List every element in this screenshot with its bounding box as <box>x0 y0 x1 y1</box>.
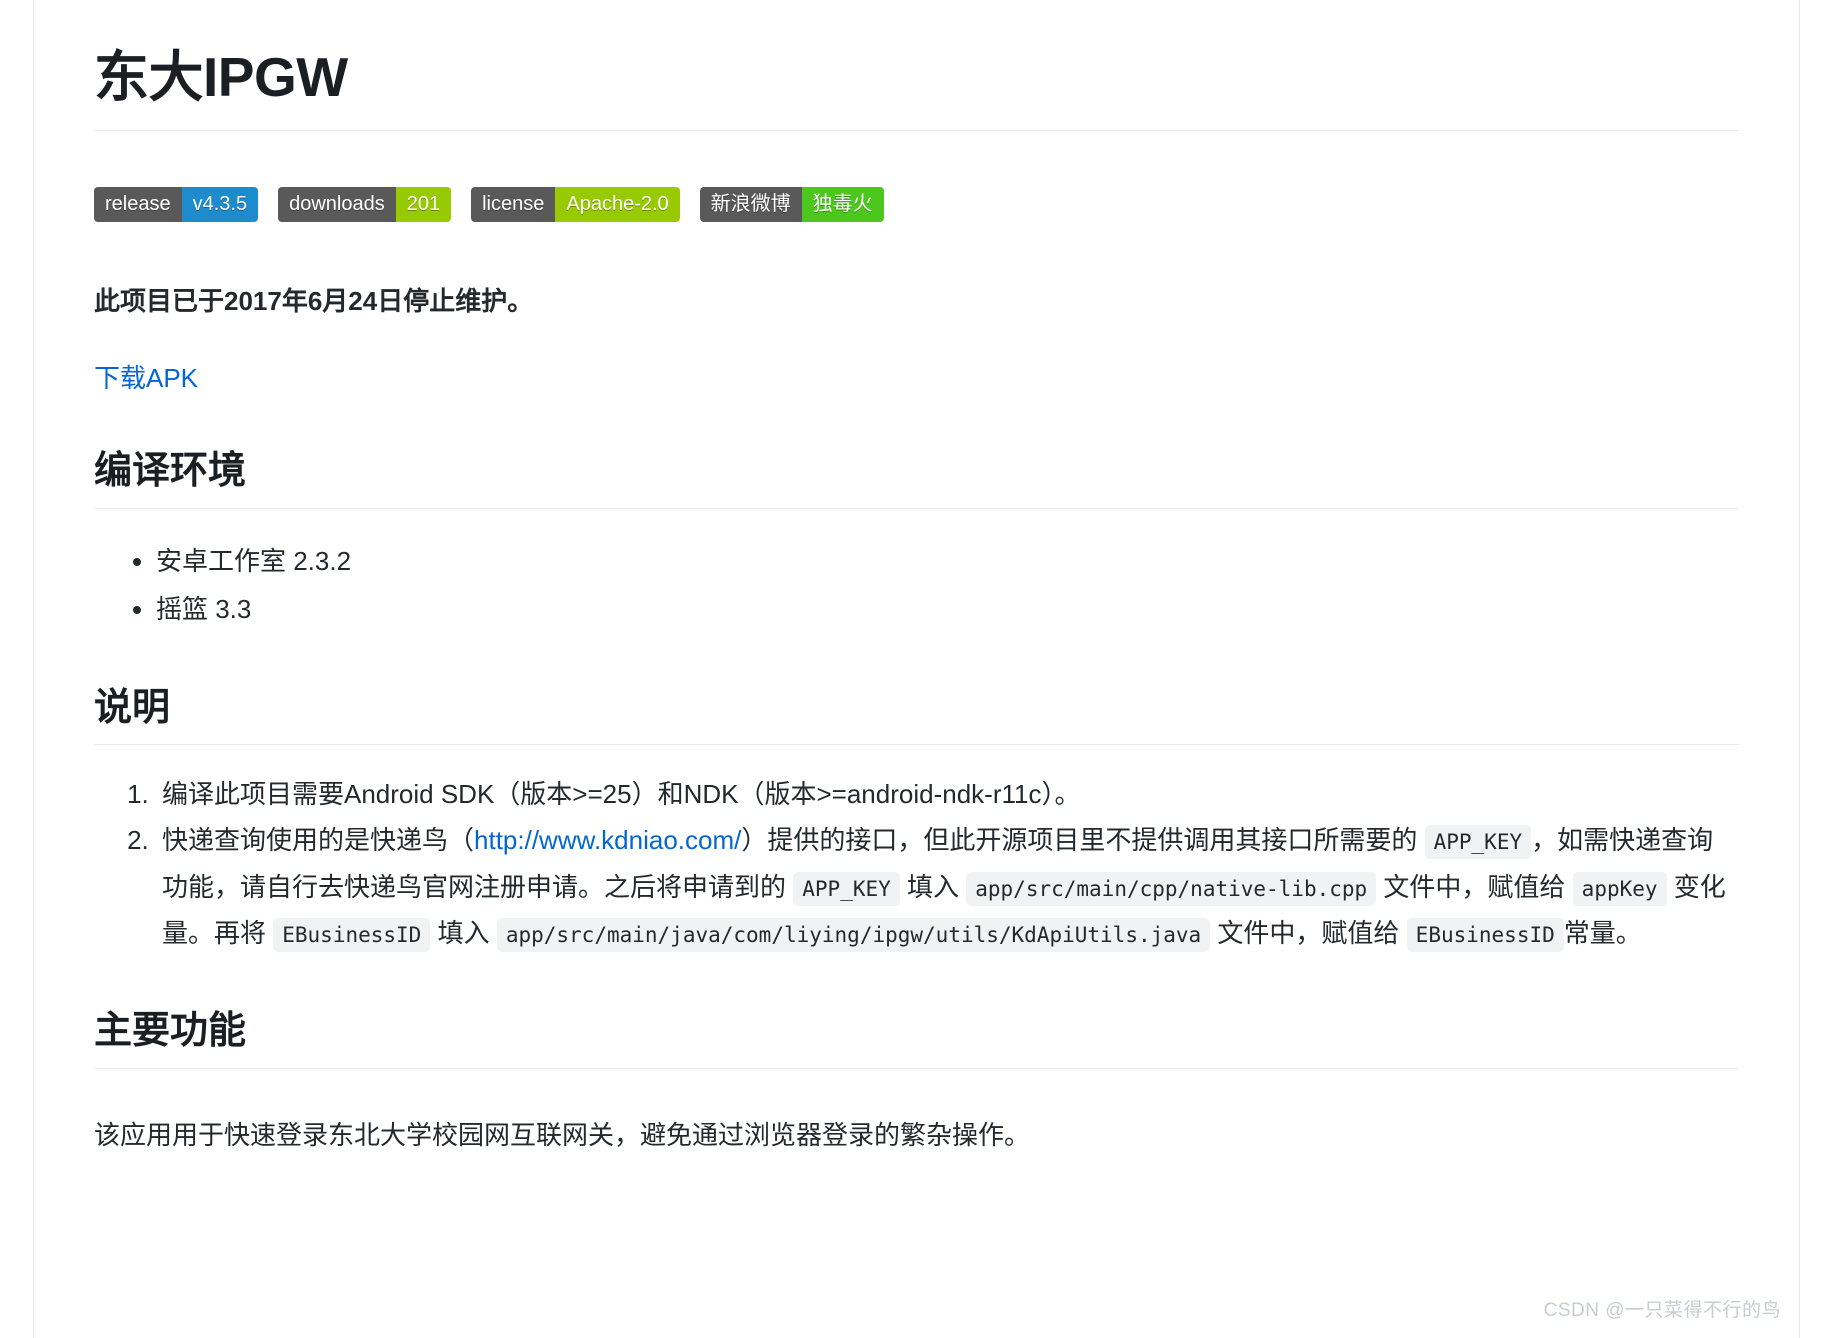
instructions-divider <box>94 744 1739 746</box>
sdk-requirement-text: 编译此项目需要Android SDK（版本>=25）和NDK（版本>=andro… <box>162 779 1081 810</box>
instructions-list: 编译此项目需要Android SDK（版本>=25）和NDK（版本>=andro… <box>94 771 1739 956</box>
csdn-watermark: CSDN @一只菜得不行的鸟 <box>1543 1300 1781 1321</box>
code-app-key-2: APP_KEY <box>793 871 900 906</box>
list-item-sdk-requirement: 编译此项目需要Android SDK（版本>=25）和NDK（版本>=andro… <box>156 771 1739 817</box>
code-ebusinessid-2: EBusinessID <box>1406 917 1564 952</box>
list-item-kdniao: 快递查询使用的是快递鸟（http://www.kdniao.com/）提供的接口… <box>156 817 1739 956</box>
badge-release-label: release <box>94 187 182 222</box>
badge-weibo-value: 独毒火 <box>801 187 884 222</box>
build-env-list: 安卓工作室 2.3.2 摇篮 3.3 <box>94 537 1739 633</box>
kdniao-text-2: ）提供的接口，但此开源项目里不提供调用其接口所需要的 <box>741 825 1418 856</box>
kdniao-text-5: 文件中，赋值给 <box>1383 871 1566 902</box>
kdniao-text-4: 填入 <box>907 871 960 902</box>
code-app-key-var: appKey <box>1572 871 1667 906</box>
main-features-paragraph: 该应用用于快速登录东北大学校园网互联网关，避免通过浏览器登录的繁杂操作。 <box>94 1119 1031 1150</box>
section-heading-main-features: 主要功能 <box>94 1010 247 1053</box>
code-app-key-1: APP_KEY <box>1424 825 1532 860</box>
badge-weibo-label: 新浪微博 <box>699 187 802 222</box>
badge-downloads-label: downloads <box>278 187 396 222</box>
kdniao-link[interactable]: http://www.kdniao.com/ <box>474 825 741 855</box>
badge-release-value: v4.3.5 <box>181 187 259 222</box>
readme-document: 东大IPGW release v4.3.5 downloads 201 lice… <box>34 0 1799 1338</box>
main-features-divider <box>94 1067 1739 1069</box>
code-native-lib-path: app/src/main/cpp/native-lib.cpp <box>966 871 1377 906</box>
page-right-border <box>1799 0 1800 1338</box>
code-kdapiutils-path: app/src/main/java/com/liying/ipgw/utils/… <box>496 917 1211 952</box>
page-root: 东大IPGW release v4.3.5 downloads 201 lice… <box>0 0 1833 1338</box>
section-heading-build-env: 编译环境 <box>94 450 247 492</box>
page-title: 东大IPGW <box>94 46 348 108</box>
badge-release[interactable]: release v4.3.5 <box>94 187 259 222</box>
badge-license-label: license <box>471 187 556 222</box>
code-ebusinessid-1: EBusinessID <box>273 917 431 952</box>
badge-downloads-value: 201 <box>395 187 452 222</box>
download-apk-link[interactable]: 下载APK <box>94 363 198 393</box>
kdniao-text-1: 快递查询使用的是快递鸟（ <box>162 825 475 856</box>
build-env-divider <box>94 507 1739 509</box>
title-divider <box>94 130 1739 131</box>
badge-weibo[interactable]: 新浪微博 独毒火 <box>699 187 884 222</box>
list-item: 摇篮 3.3 <box>156 585 1739 633</box>
badge-row: release v4.3.5 downloads 201 license Apa… <box>94 187 1739 222</box>
kdniao-text-8: 文件中，赋值给 <box>1217 917 1400 948</box>
kdniao-text-9: 常量。 <box>1563 917 1642 948</box>
download-apk-row: 下载APK <box>94 359 1739 398</box>
badge-license[interactable]: license Apache-2.0 <box>471 187 680 222</box>
maintenance-notice: 此项目已于2017年6月24日停止维护。 <box>94 286 534 316</box>
kdniao-text-7: 填入 <box>437 917 490 948</box>
list-item: 安卓工作室 2.3.2 <box>156 537 1739 585</box>
badge-license-value: Apache-2.0 <box>555 187 680 222</box>
badge-downloads[interactable]: downloads 201 <box>278 187 452 222</box>
section-heading-instructions: 说明 <box>94 686 171 729</box>
